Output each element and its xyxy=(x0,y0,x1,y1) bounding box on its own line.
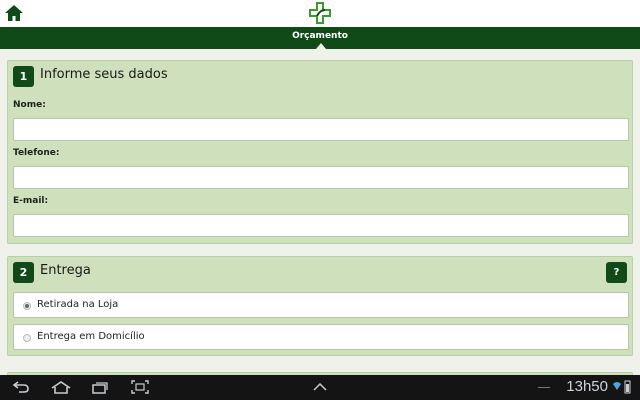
back-icon[interactable] xyxy=(12,379,30,395)
home-icon[interactable] xyxy=(4,4,24,22)
email-label: E-mail: xyxy=(13,196,49,206)
radio-checked-icon xyxy=(23,302,31,310)
section-personal-data: 1 Informe seus dados Nome: Telefone: E-m… xyxy=(7,60,633,244)
wifi-icon xyxy=(613,382,621,390)
name-field[interactable] xyxy=(13,118,629,141)
section-delivery: 2 Entrega ? Retirada na Loja Entrega em … xyxy=(7,256,633,356)
recent-apps-icon[interactable] xyxy=(90,379,110,395)
home-icon[interactable] xyxy=(50,379,72,395)
email-field[interactable] xyxy=(13,214,629,237)
radio-unchecked-icon xyxy=(23,334,31,342)
section-title: Informe seus dados xyxy=(40,67,168,82)
screenshot-icon[interactable] xyxy=(130,379,150,395)
battery-icon xyxy=(624,380,631,394)
divider-line xyxy=(538,387,550,388)
radio-home-delivery[interactable]: Entrega em Domicílio xyxy=(13,324,629,350)
radio-label: Retirada na Loja xyxy=(37,299,119,310)
step-number-badge: 2 xyxy=(13,262,34,283)
phone-label: Telefone: xyxy=(13,148,60,158)
page-title: Orçamento xyxy=(292,31,348,41)
radio-store-pickup[interactable]: Retirada na Loja xyxy=(13,292,629,318)
help-button[interactable]: ? xyxy=(606,262,627,283)
phone-field[interactable] xyxy=(13,166,629,189)
step-number-badge: 1 xyxy=(13,66,34,87)
name-label: Nome: xyxy=(13,100,46,110)
title-bar: Orçamento xyxy=(0,27,640,49)
section-title: Entrega xyxy=(40,263,91,278)
pharmacy-cross-logo-icon xyxy=(309,2,331,24)
form-content[interactable]: 1 Informe seus dados Nome: Telefone: E-m… xyxy=(0,49,640,375)
status-clock: 13h50 xyxy=(566,378,608,395)
radio-label: Entrega em Domicílio xyxy=(37,331,145,342)
app-top-bar xyxy=(0,0,640,27)
system-navigation-bar: 13h50 xyxy=(0,375,640,400)
up-arrow-icon[interactable] xyxy=(311,379,329,395)
